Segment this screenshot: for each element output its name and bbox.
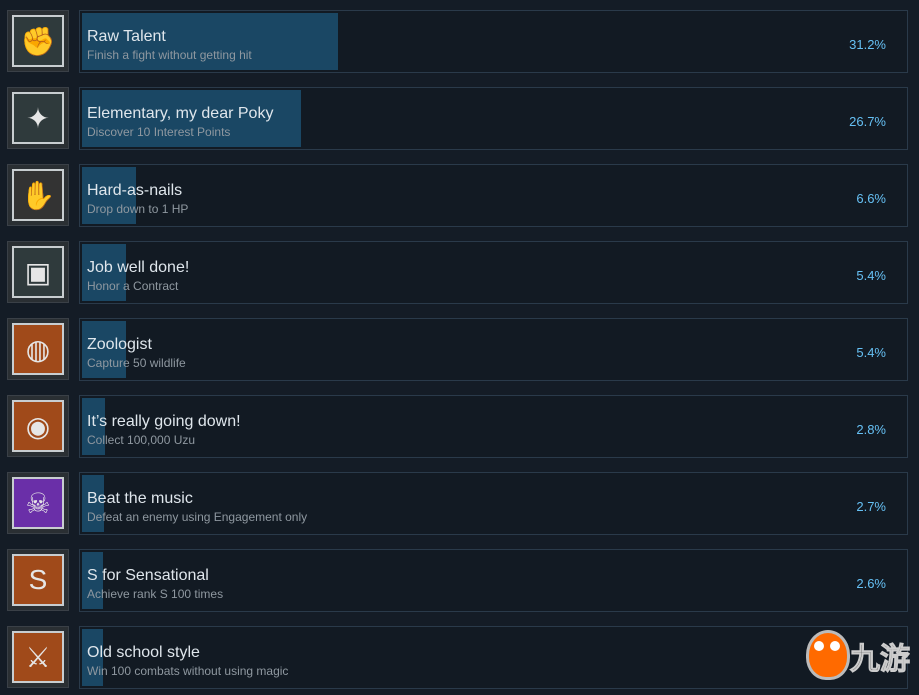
achievement-icon-frame: ⚔ — [7, 626, 69, 688]
mascot-icon — [806, 630, 850, 680]
achievement-panel: Old school style Win 100 combats without… — [79, 626, 908, 689]
achievement-row: ⚔ Old school style Win 100 combats witho… — [0, 626, 919, 690]
achievement-percent: 31.2% — [849, 37, 886, 52]
achievement-row: ◍ Zoologist Capture 50 wildlife 5.4% — [0, 318, 919, 382]
achievement-title: S for Sensational — [87, 567, 209, 584]
achievement-panel: Zoologist Capture 50 wildlife 5.4% — [79, 318, 908, 381]
achievement-description: Win 100 combats without using magic — [87, 664, 289, 678]
achievement-title: Zoologist — [87, 336, 152, 353]
achievement-panel: It’s really going down! Collect 100,000 … — [79, 395, 908, 458]
watermark-logo: 九游 — [800, 628, 918, 680]
achievement-icon-frame: ◉ — [7, 395, 69, 457]
skull-hammer-icon: ☠ — [12, 477, 64, 529]
achievement-title: Elementary, my dear Poky — [87, 105, 274, 122]
achievement-row: ▣ Job well done! Honor a Contract 5.4% — [0, 241, 919, 305]
achievement-row: ◉ It’s really going down! Collect 100,00… — [0, 395, 919, 459]
achievement-description: Collect 100,000 Uzu — [87, 433, 196, 447]
achievement-percent: 26.7% — [849, 114, 886, 129]
achievement-description: Capture 50 wildlife — [87, 356, 186, 370]
achievement-panel: Beat the music Defeat an enemy using Eng… — [79, 472, 908, 535]
achievement-description: Honor a Contract — [87, 279, 179, 293]
achievement-description: Defeat an enemy using Engagement only — [87, 510, 308, 524]
achievement-description: Discover 10 Interest Points — [87, 125, 231, 139]
achievement-icon-frame: ☠ — [7, 472, 69, 534]
money-bag-icon: ◉ — [12, 400, 64, 452]
achievement-description: Achieve rank S 100 times — [87, 587, 224, 601]
contract-icon: ▣ — [12, 246, 64, 298]
achievement-description: Finish a fight without getting hit — [87, 48, 252, 62]
achievement-icon-frame: ✊ — [7, 10, 69, 72]
achievement-icon-frame: ✦ — [7, 87, 69, 149]
telescope-icon: ✦ — [12, 92, 64, 144]
sword-fist-icon: ⚔ — [12, 631, 64, 683]
achievement-row: S S for Sensational Achieve rank S 100 t… — [0, 549, 919, 613]
achievement-percent: 5.4% — [856, 268, 886, 283]
achievement-row: ✊ Raw Talent Finish a fight without gett… — [0, 10, 919, 74]
achievement-title: It’s really going down! — [87, 413, 241, 430]
achievement-icon-frame: S — [7, 549, 69, 611]
achievement-icon-frame: ◍ — [7, 318, 69, 380]
achievement-percent: 5.4% — [856, 345, 886, 360]
achievement-row: ✋ Hard-as-nails Drop down to 1 HP 6.6% — [0, 164, 919, 228]
achievement-row: ✦ Elementary, my dear Poky Discover 10 I… — [0, 87, 919, 151]
s-rank-icon: S — [12, 554, 64, 606]
achievement-panel: Hard-as-nails Drop down to 1 HP 6.6% — [79, 164, 908, 227]
achievement-percent: 2.8% — [856, 422, 886, 437]
achievement-panel: Job well done! Honor a Contract 5.4% — [79, 241, 908, 304]
achievement-title: Hard-as-nails — [87, 182, 183, 199]
achievement-title: Old school style — [87, 644, 200, 661]
achievement-panel: Raw Talent Finish a fight without gettin… — [79, 10, 908, 73]
achievement-percent: 6.6% — [856, 191, 886, 206]
achievement-icon-frame: ▣ — [7, 241, 69, 303]
achievement-title: Beat the music — [87, 490, 193, 507]
bandaged-fist-icon: ✋ — [12, 169, 64, 221]
achievement-row: ☠ Beat the music Defeat an enemy using E… — [0, 472, 919, 536]
achievement-percent: 2.6% — [856, 576, 886, 591]
achievement-panel: Elementary, my dear Poky Discover 10 Int… — [79, 87, 908, 150]
watermark-text: 九游 — [850, 643, 911, 677]
achievement-panel: S for Sensational Achieve rank S 100 tim… — [79, 549, 908, 612]
achievement-percent: 2.7% — [856, 499, 886, 514]
net-icon: ◍ — [12, 323, 64, 375]
achievement-icon-frame: ✋ — [7, 164, 69, 226]
fighter-icon: ✊ — [12, 15, 64, 67]
achievement-title: Raw Talent — [87, 28, 166, 45]
achievement-title: Job well done! — [87, 259, 190, 276]
achievement-description: Drop down to 1 HP — [87, 202, 189, 216]
